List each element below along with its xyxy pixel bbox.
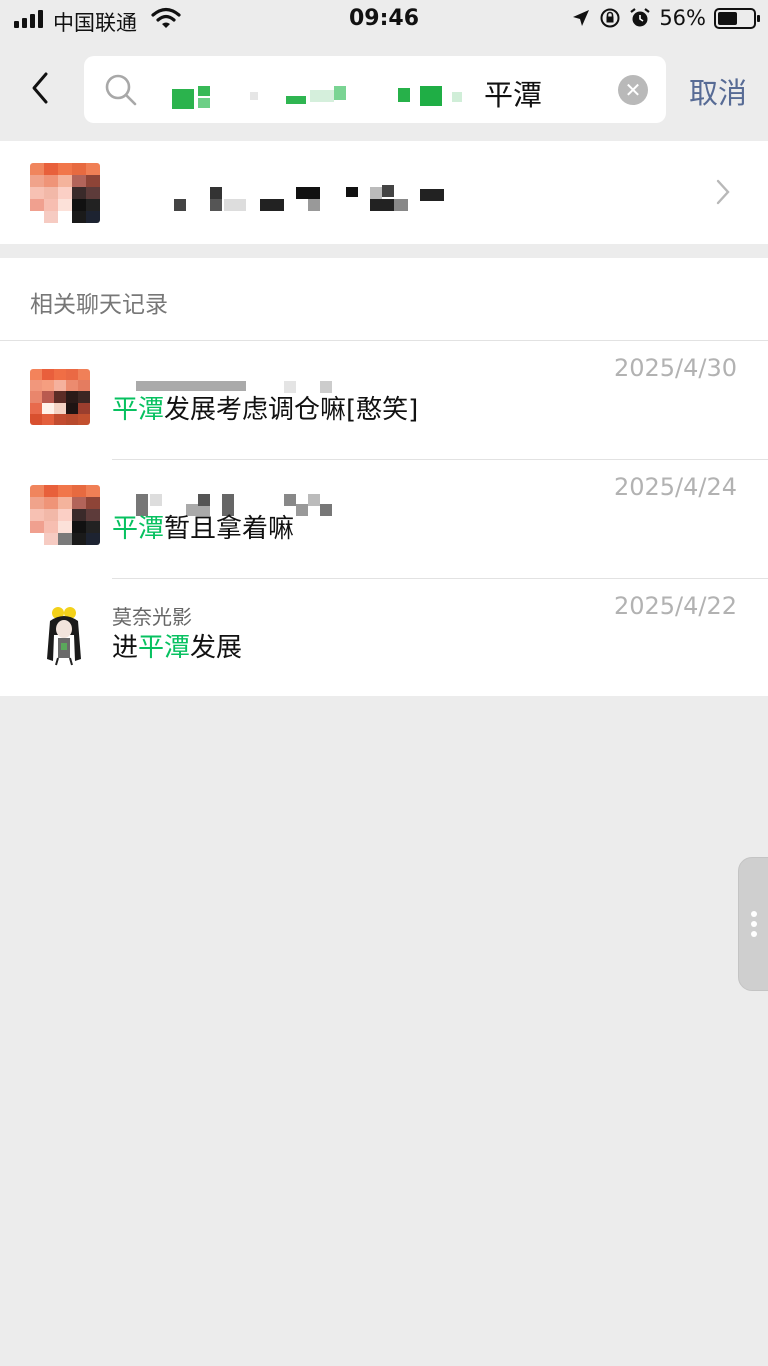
chat-date: 2025/4/30: [613, 354, 737, 382]
battery-percent: 56%: [659, 6, 706, 30]
redacted-query-text: [170, 86, 474, 109]
wifi-icon: [151, 7, 181, 28]
avatar: [30, 369, 90, 425]
snippet-prefix: 进: [112, 633, 139, 663]
redacted-contact-name: [172, 185, 462, 215]
chevron-right-icon: [716, 179, 730, 205]
search-header: 平潭 ✕ 取消: [0, 40, 768, 140]
location-icon: [573, 10, 590, 26]
contact-result[interactable]: [0, 141, 768, 244]
carrier-name: 中国联通: [53, 11, 137, 35]
keyword-highlight: 平潭: [112, 514, 165, 544]
avatar: [30, 163, 100, 223]
search-input[interactable]: 平潭 ✕: [84, 56, 666, 123]
chat-record-row[interactable]: 2025/4/24 平潭暂且拿着嘛: [0, 460, 768, 578]
chat-records-section: 相关聊天记录 2025/4/30 平潭发展考虑调仓嘛[憨笑] 2025/4/24…: [0, 258, 768, 696]
chat-date: 2025/4/24: [613, 473, 737, 501]
avatar: [38, 605, 90, 667]
back-arrow-icon[interactable]: [24, 68, 60, 108]
keyword-highlight: 平潭: [112, 395, 165, 425]
search-icon: [105, 74, 137, 106]
orientation-lock-icon: [600, 8, 620, 28]
cellular-signal-icon: [14, 10, 43, 28]
chat-sender-name: 莫奈光影: [112, 605, 192, 629]
chat-snippet: 平潭发展考虑调仓嘛[憨笑]: [112, 389, 418, 426]
floating-window-handle[interactable]: [738, 857, 768, 991]
keyword-highlight: 平潭: [138, 633, 191, 663]
alarm-icon: [630, 8, 650, 27]
chat-record-row[interactable]: 莫奈光影 2025/4/22 进平潭发展: [0, 579, 768, 697]
status-bar: 中国联通 09:46 56%: [0, 0, 768, 40]
snippet-text: 发展: [190, 633, 243, 663]
clear-icon[interactable]: ✕: [618, 75, 648, 105]
chat-snippet: 平潭暂且拿着嘛: [112, 508, 294, 545]
chat-date: 2025/4/22: [613, 592, 737, 620]
snippet-text: 发展考虑调仓嘛[憨笑]: [164, 395, 419, 425]
battery-icon: [714, 7, 760, 29]
cancel-button[interactable]: 取消: [689, 70, 747, 112]
avatar: [30, 485, 100, 545]
search-query-text: 平潭: [484, 78, 543, 112]
snippet-text: 暂且拿着嘛: [164, 514, 295, 544]
section-title: 相关聊天记录: [30, 292, 168, 318]
chat-record-row[interactable]: 2025/4/30 平潭发展考虑调仓嘛[憨笑]: [0, 341, 768, 459]
chat-snippet: 进平潭发展: [112, 627, 242, 664]
